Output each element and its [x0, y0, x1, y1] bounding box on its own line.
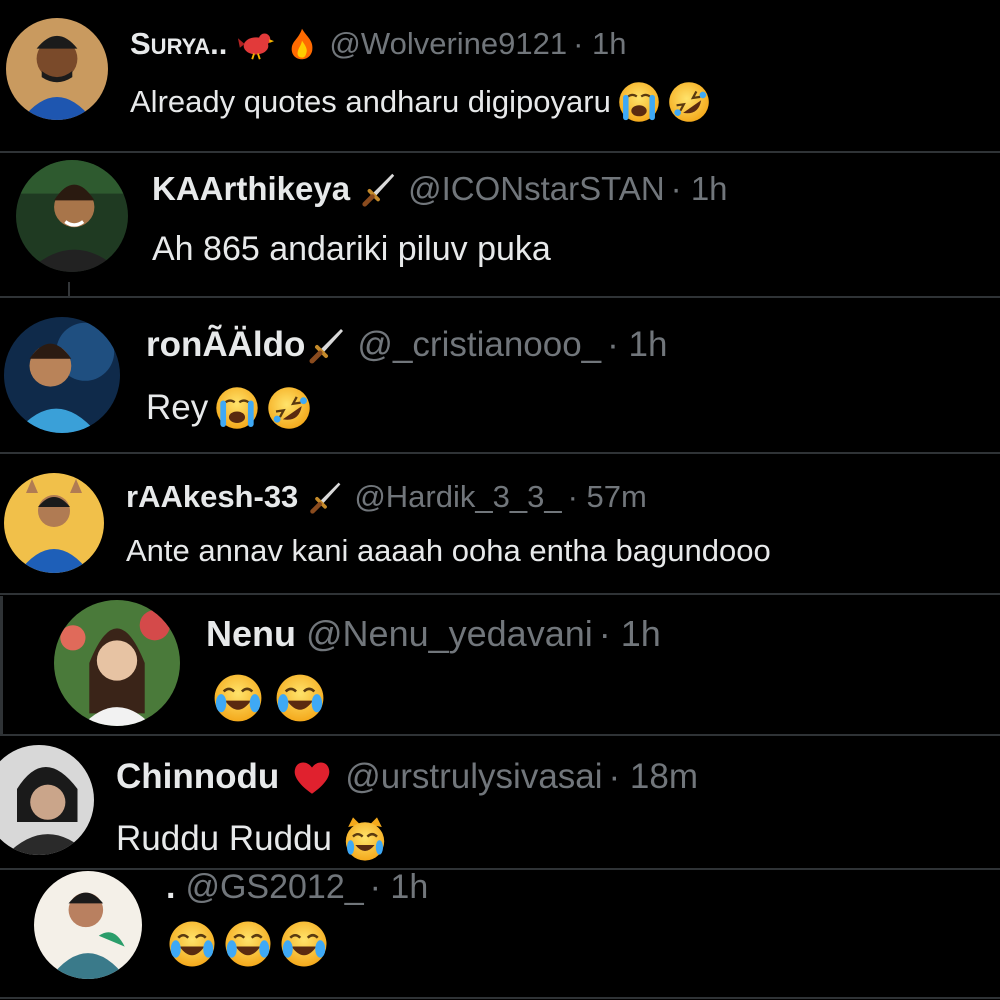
separator — [0, 452, 1000, 454]
cat-with-tears-of-joy-emoji — [340, 815, 390, 863]
timestamp[interactable]: · 1h — [607, 325, 667, 365]
avatar[interactable] — [54, 600, 180, 726]
avatar[interactable] — [4, 473, 104, 573]
reply-card[interactable]: Nenu @Nenu_yedavani · 1h — [0, 596, 1000, 734]
red-heart-icon — [289, 756, 335, 798]
timestamp[interactable]: · 18m — [609, 757, 698, 797]
thread-indicator — [0, 596, 3, 734]
reply-card[interactable]: KAArthikeya @ICONstarSTAN · 1h Ah 865 an… — [0, 154, 1000, 296]
user-handle[interactable]: @Nenu_yedavani — [306, 613, 593, 655]
bird-icon — [237, 25, 275, 63]
avatar[interactable] — [16, 160, 128, 272]
dagger-icon — [360, 170, 398, 208]
dagger-icon — [308, 479, 344, 515]
avatar[interactable] — [34, 871, 142, 979]
timestamp[interactable]: · 1h — [370, 871, 429, 907]
reply-card[interactable]: Surya.. @Wolverine9121 · 1h Already quot… — [0, 0, 1000, 150]
display-name[interactable]: rAAkesh-33 — [126, 479, 298, 515]
display-name[interactable]: ronÃÄldo — [146, 325, 305, 365]
user-handle[interactable]: @Wolverine9121 — [329, 26, 567, 62]
dagger-icon — [307, 325, 347, 365]
reply-card[interactable]: . @GS2012_ · 1h — [0, 871, 1000, 998]
separator — [0, 593, 1000, 595]
reply-text: Already quotes andharu digipoyaru — [130, 84, 611, 119]
separator — [0, 151, 1000, 153]
user-handle[interactable]: @Hardik_3_3_ — [354, 479, 561, 515]
separator — [0, 296, 1000, 298]
fire-icon — [285, 25, 319, 63]
display-name[interactable]: Chinnodu — [116, 757, 279, 797]
user-handle[interactable]: @GS2012_ — [185, 871, 363, 907]
avatar[interactable] — [0, 745, 94, 855]
loudly-crying-face-emoji — [617, 80, 661, 124]
display-name[interactable]: KAArthikeya — [152, 170, 350, 208]
reply-text: Ruddu Ruddu — [116, 819, 332, 858]
timestamp[interactable]: · 1h — [573, 26, 626, 62]
display-name[interactable]: Surya.. — [130, 26, 227, 62]
face-with-tears-of-joy-emoji — [222, 919, 274, 969]
reply-card[interactable]: rAAkesh-33 @Hardik_3_3_ · 57m Ante annav… — [0, 455, 1000, 593]
timestamp[interactable]: · 1h — [599, 613, 661, 655]
face-with-tears-of-joy-emoji — [210, 672, 266, 724]
reply-card[interactable]: ronÃÄldo @_cristianooo_ · 1h Rey — [0, 299, 1000, 451]
reply-card[interactable]: Chinnodu @urstrulysivasai · 18m Ruddu Ru… — [0, 737, 1000, 868]
avatar[interactable] — [4, 317, 120, 433]
separator — [0, 734, 1000, 736]
face-with-tears-of-joy-emoji — [278, 919, 330, 969]
rolling-on-floor-laughing-emoji — [667, 80, 711, 124]
user-handle[interactable]: @urstrulysivasai — [345, 757, 602, 797]
separator — [0, 997, 1000, 999]
user-handle[interactable]: @ICONstarSTAN — [408, 170, 665, 208]
timestamp[interactable]: · 57m — [568, 479, 647, 515]
avatar[interactable] — [6, 18, 108, 120]
loudly-crying-face-emoji — [214, 385, 260, 431]
timestamp[interactable]: · 1h — [671, 170, 728, 208]
display-name[interactable]: Nenu — [206, 613, 296, 655]
face-with-tears-of-joy-emoji — [166, 919, 218, 969]
separator — [0, 868, 1000, 870]
reply-text: Ah 865 andariki piluv puka — [152, 230, 551, 268]
rolling-on-floor-laughing-emoji — [266, 385, 312, 431]
display-name[interactable]: . — [166, 871, 175, 907]
thread-line — [68, 282, 70, 296]
face-with-tears-of-joy-emoji — [272, 672, 328, 724]
reply-text: Rey — [146, 388, 209, 427]
reply-text: Ante annav kani aaaah ooha entha bagundo… — [126, 533, 771, 568]
user-handle[interactable]: @_cristianooo_ — [357, 325, 601, 365]
